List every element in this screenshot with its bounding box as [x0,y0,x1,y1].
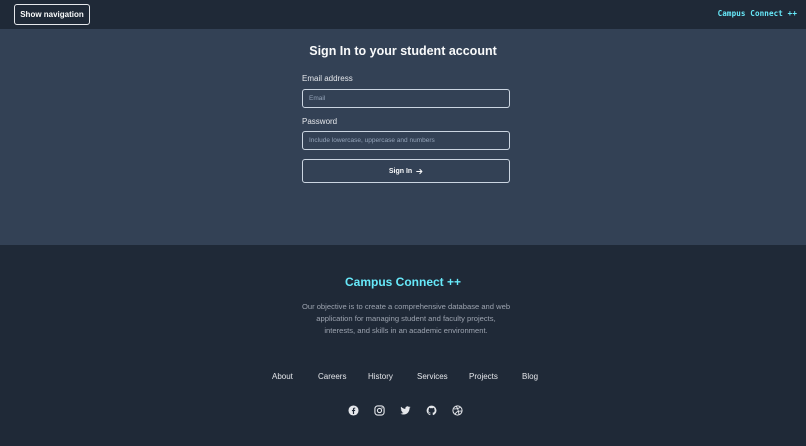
sign-in-button[interactable]: Sign In [302,159,510,183]
footer-description: Our objective is to create a comprehensi… [301,302,511,335]
github-icon[interactable] [426,405,437,416]
footer: Campus Connect ++ Our objective is to cr… [0,245,806,446]
instagram-icon[interactable] [374,405,385,416]
footer-link-careers[interactable]: Careers [318,372,346,381]
facebook-icon[interactable] [348,405,359,416]
show-navigation-button[interactable]: Show navigation [14,4,90,25]
footer-link-services[interactable]: Services [417,372,448,381]
page-title: Sign In to your student account [309,44,497,58]
footer-link-history[interactable]: History [368,372,393,381]
email-input[interactable] [302,89,510,108]
password-label: Password [302,117,338,126]
password-input[interactable] [302,131,510,150]
footer-link-blog[interactable]: Blog [522,372,538,381]
footer-brand: Campus Connect ++ [344,275,462,289]
footer-link-projects[interactable]: Projects [469,372,498,381]
sign-in-button-label: Sign In [388,167,413,175]
twitter-icon[interactable] [400,405,411,416]
arrow-right-icon [416,168,423,175]
dribbble-icon[interactable] [452,405,463,416]
header-brand[interactable]: Campus Connect ++ [718,9,797,18]
email-label: Email address [302,74,353,83]
footer-link-about[interactable]: About [272,372,293,381]
top-bar: Show navigation Campus Connect ++ [0,0,806,29]
signin-section: Sign In to your student account Email ad… [0,29,806,245]
